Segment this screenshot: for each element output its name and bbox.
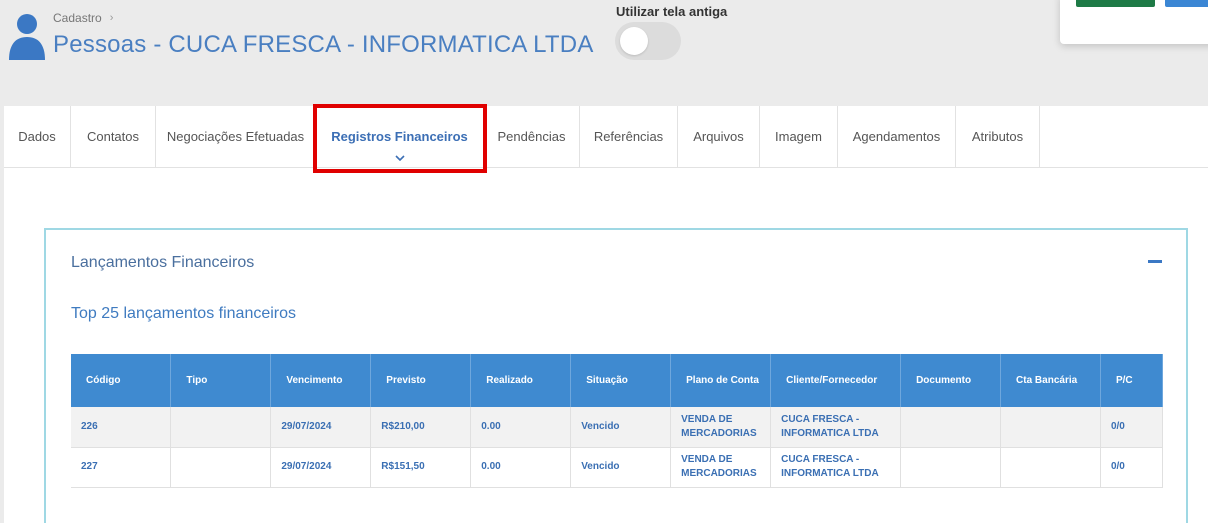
confirm-button[interactable]: [1076, 0, 1155, 7]
table-row[interactable]: 227 29/07/2024 R$151,50 0.00 Vencido VENDA DE…: [71, 447, 1164, 488]
table-cell: [170, 407, 272, 448]
tab-label: Registros Financeiros: [331, 129, 468, 144]
column-header[interactable]: Situação: [570, 354, 672, 407]
table-cell: 227: [71, 447, 172, 488]
tab-label: Pendências: [497, 129, 566, 144]
tab-contatos[interactable]: Contatos: [71, 106, 156, 167]
toggle-knob: [620, 27, 648, 55]
tab-negociacoes-efetuadas[interactable]: Negociações Efetuadas: [156, 106, 316, 167]
tab-label: Agendamentos: [852, 129, 941, 144]
tab-dados[interactable]: Dados: [4, 106, 71, 167]
table-cell: Vencido: [570, 447, 672, 488]
column-header[interactable]: Previsto: [370, 354, 472, 407]
table-row[interactable]: 226 29/07/2024 R$210,00 0.00 Vencido VENDA DE…: [71, 407, 1164, 448]
table-cell: 0/0: [1100, 447, 1164, 488]
toggle-label: Utilizar tela antiga: [616, 4, 728, 19]
chevron-down-icon: [394, 155, 405, 161]
table-body: 226 29/07/2024 R$210,00 0.00 Vencido VENDA DE…: [71, 407, 1164, 488]
table-cell: R$151,50: [370, 447, 472, 488]
tab-arquivos[interactable]: Arquivos: [678, 106, 760, 167]
table-cell: 226: [71, 407, 172, 448]
secondary-button[interactable]: [1165, 0, 1208, 7]
table-cell: Vencido: [570, 407, 672, 448]
tab-pendencias[interactable]: Pendências: [484, 106, 580, 167]
tab-label: Dados: [18, 129, 56, 144]
tab-label: Imagem: [775, 129, 822, 144]
tab-bar: Dados Contatos Negociações Efetuadas Regist…: [4, 106, 1208, 168]
old-screen-toggle[interactable]: [615, 22, 681, 60]
column-header[interactable]: P/C: [1100, 354, 1164, 407]
tab-registros-financeiros[interactable]: Registros Financeiros: [316, 106, 484, 167]
tab-label: Referências: [593, 129, 664, 144]
financial-table: Código Tipo Vencimento Previsto Realizado Sit…: [71, 354, 1164, 488]
table-cell: 0.00: [470, 447, 572, 488]
table-cell: VENDA DE MERCADORIAS: [670, 447, 772, 488]
page-title: Pessoas - CUCA FRESCA - INFORMATICA LTDA: [53, 31, 594, 58]
column-header[interactable]: Tipo: [170, 354, 272, 407]
table-cell: [900, 447, 1002, 488]
column-header[interactable]: Cta Bancária: [1000, 354, 1101, 407]
table-header-row: Código Tipo Vencimento Previsto Realizado Sit…: [71, 354, 1164, 407]
tab-imagem[interactable]: Imagem: [760, 106, 838, 167]
column-header[interactable]: Código: [71, 354, 172, 407]
table-cell: CUCA FRESCA - INFORMATICA LTDA: [770, 407, 902, 448]
user-icon: [9, 14, 45, 60]
tab-label: Atributos: [971, 129, 1024, 144]
action-popup: [1060, 0, 1208, 44]
panel-title: Lançamentos Financeiros: [71, 254, 255, 271]
table-cell: [1000, 447, 1101, 488]
breadcrumb: Cadastro ›: [53, 11, 113, 25]
table-cell: R$210,00: [370, 407, 472, 448]
panel-subtitle: Top 25 lançamentos financeiros: [71, 305, 297, 322]
main-content: Dados Contatos Negociações Efetuadas Regist…: [4, 104, 1208, 523]
tab-atributos[interactable]: Atributos: [956, 106, 1040, 167]
column-header[interactable]: Realizado: [470, 354, 572, 407]
collapse-icon[interactable]: [1148, 260, 1162, 263]
column-header[interactable]: Vencimento: [270, 354, 372, 407]
chevron-right-icon: ›: [109, 12, 114, 24]
table-cell: 29/07/2024: [270, 407, 372, 448]
tab-label: Negociações Efetuadas: [166, 129, 305, 144]
page-header: Cadastro › Pessoas - CUCA FRESCA - INFOR…: [0, 0, 1208, 106]
column-header[interactable]: Plano de Conta: [670, 354, 772, 407]
table-cell: [900, 407, 1002, 448]
column-header[interactable]: Documento: [900, 354, 1002, 407]
table-cell: 0/0: [1100, 407, 1164, 448]
table-cell: [170, 447, 272, 488]
financial-panel: Lançamentos Financeiros Top 25 lançament…: [44, 228, 1188, 523]
table-cell: CUCA FRESCA - INFORMATICA LTDA: [770, 447, 902, 488]
column-header[interactable]: Cliente/Fornecedor: [770, 354, 902, 407]
table-cell: VENDA DE MERCADORIAS: [670, 407, 772, 448]
table-cell: 0.00: [470, 407, 572, 448]
tab-label: Arquivos: [693, 129, 744, 144]
tab-referencias[interactable]: Referências: [580, 106, 678, 167]
breadcrumb-item[interactable]: Cadastro: [53, 11, 102, 25]
table-cell: [1000, 407, 1101, 448]
table-cell: 29/07/2024: [270, 447, 372, 488]
tab-label: Contatos: [86, 129, 140, 144]
tab-agendamentos[interactable]: Agendamentos: [838, 106, 956, 167]
